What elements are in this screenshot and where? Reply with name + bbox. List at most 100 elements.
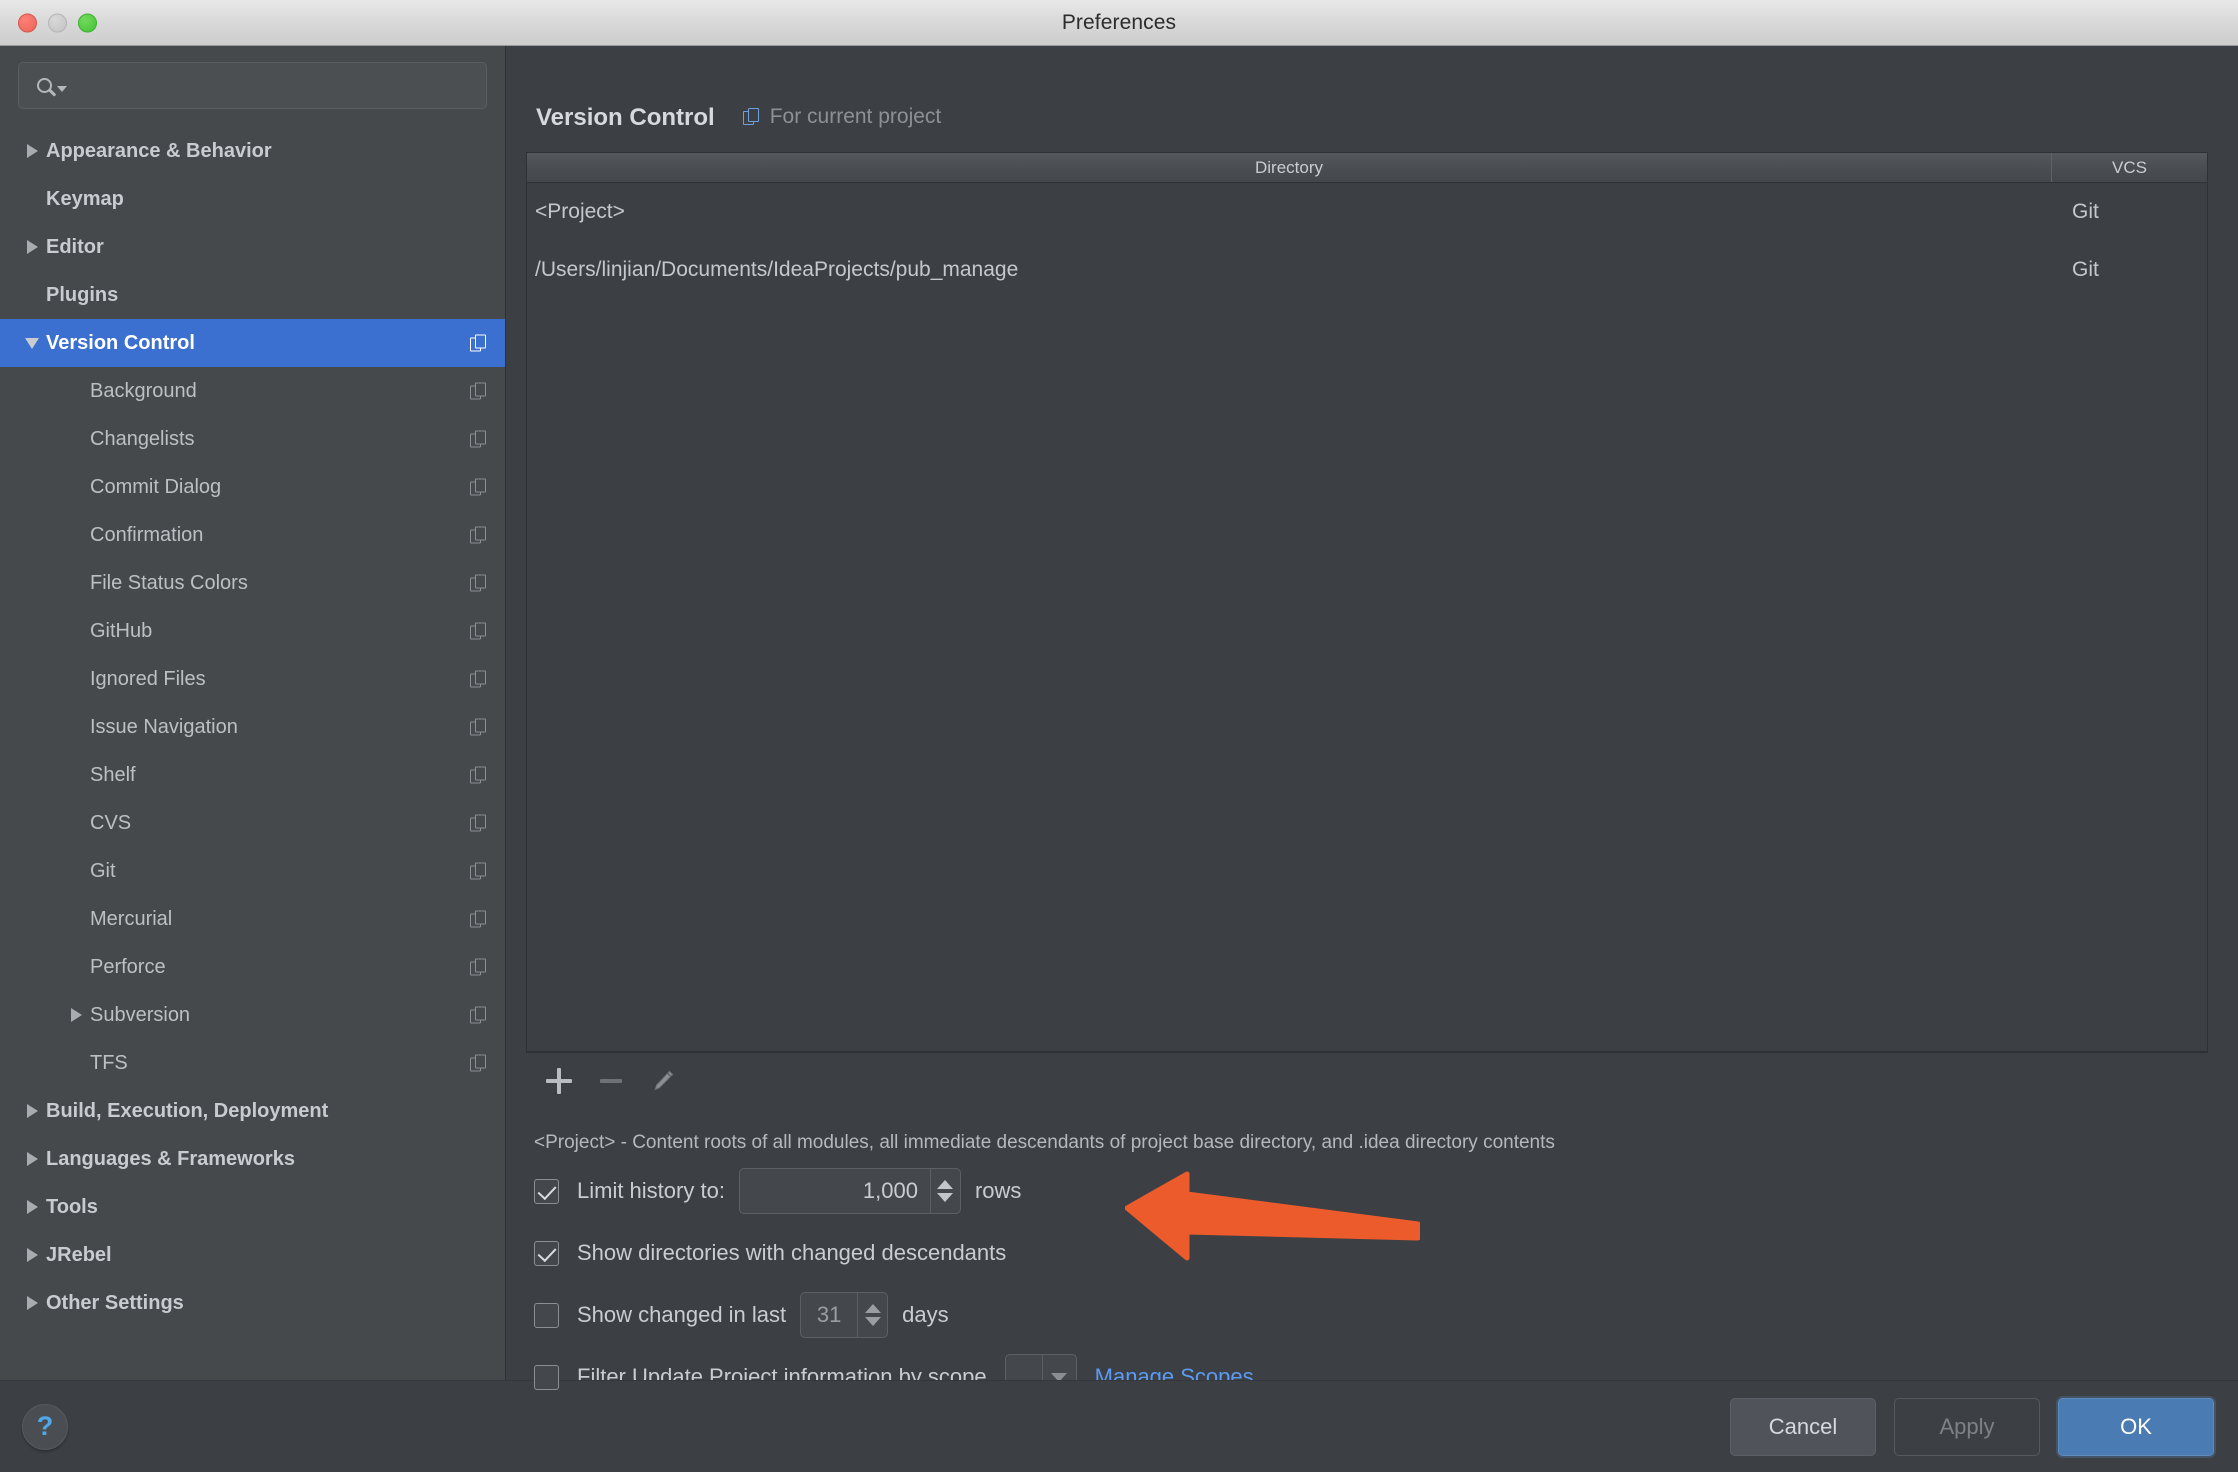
sidebar-item-mercurial[interactable]: Mercurial <box>0 895 505 943</box>
show-directories-row: Show directories with changed descendant… <box>534 1222 2208 1284</box>
copy-settings-icon[interactable] <box>470 334 487 352</box>
sidebar-item-label: CVS <box>90 811 132 834</box>
sidebar-item-appearance-behavior[interactable]: Appearance & Behavior <box>0 127 505 175</box>
sidebar-item-background[interactable]: Background <box>0 367 505 415</box>
copy-settings-icon[interactable] <box>470 1006 487 1024</box>
sidebar-item-version-control[interactable]: Version Control <box>0 319 505 367</box>
limit-history-stepper-buttons[interactable] <box>929 1169 960 1213</box>
sidebar-item-issue-navigation[interactable]: Issue Navigation <box>0 703 505 751</box>
copy-settings-icon[interactable] <box>470 910 487 928</box>
limit-history-value[interactable]: 1,000 <box>740 1169 930 1213</box>
sidebar-item-confirmation[interactable]: Confirmation <box>0 511 505 559</box>
search-input[interactable] <box>75 75 474 96</box>
sidebar-item-changelists[interactable]: Changelists <box>0 415 505 463</box>
days-stepper-buttons[interactable] <box>857 1293 887 1337</box>
window-titlebar: Preferences <box>0 0 2238 46</box>
sidebar-item-other-settings[interactable]: Other Settings <box>0 1279 505 1327</box>
sidebar-item-languages-frameworks[interactable]: Languages & Frameworks <box>0 1135 505 1183</box>
sidebar-item-plugins[interactable]: Plugins <box>0 271 505 319</box>
stepper-down-icon[interactable] <box>864 1317 881 1326</box>
sidebar-item-tfs[interactable]: TFS <box>0 1039 505 1087</box>
help-button[interactable]: ? <box>22 1403 68 1450</box>
chevron-right-icon[interactable] <box>62 1008 90 1022</box>
sidebar-item-perforce[interactable]: Perforce <box>0 943 505 991</box>
copy-settings-icon[interactable] <box>470 814 487 832</box>
sidebar-item-label: Plugins <box>46 283 119 306</box>
sidebar-item-label: Other Settings <box>46 1291 184 1314</box>
sidebar-item-label: Mercurial <box>90 907 173 930</box>
sidebar-item-label: GitHub <box>90 619 153 642</box>
sidebar-item-subversion[interactable]: Subversion <box>0 991 505 1039</box>
cell-vcs: Git <box>2072 200 2099 223</box>
sidebar-item-file-status-colors[interactable]: File Status Colors <box>0 559 505 607</box>
chevron-right-icon[interactable] <box>18 144 46 158</box>
vcs-directory-table: Directory VCS <Project> Git/Users/linjian… <box>526 152 2208 1052</box>
stepper-down-icon[interactable] <box>937 1193 954 1202</box>
cell-directory: /Users/linjian/Documents/IdeaProjects/pu… <box>535 258 1019 281</box>
copy-settings-icon[interactable] <box>470 958 487 976</box>
chevron-down-icon[interactable] <box>18 337 46 349</box>
ok-button[interactable]: OK <box>2058 1397 2214 1456</box>
filter-by-scope-checkbox[interactable] <box>534 1364 559 1390</box>
sidebar-item-keymap[interactable]: Keymap <box>0 175 505 223</box>
sidebar-item-shelf[interactable]: Shelf <box>0 751 505 799</box>
sidebar-item-editor[interactable]: Editor <box>0 223 505 271</box>
cancel-button[interactable]: Cancel <box>1730 1397 1876 1456</box>
table-row[interactable]: <Project> Git <box>527 183 2207 241</box>
chevron-right-icon[interactable] <box>18 1296 46 1310</box>
sidebar-item-ignored-files[interactable]: Ignored Files <box>0 655 505 703</box>
chevron-right-icon[interactable] <box>18 1248 46 1262</box>
copy-settings-icon[interactable] <box>470 670 487 688</box>
copy-settings-icon[interactable] <box>470 766 487 784</box>
apply-button[interactable]: Apply <box>1894 1397 2040 1456</box>
sidebar-item-label: JRebel <box>46 1243 112 1266</box>
show-directories-checkbox[interactable] <box>534 1240 559 1266</box>
column-header-vcs[interactable]: VCS <box>2052 153 2207 182</box>
copy-settings-icon[interactable] <box>470 478 487 496</box>
limit-history-checkbox[interactable] <box>534 1178 559 1204</box>
copy-settings-icon[interactable] <box>470 526 487 544</box>
sidebar-item-tools[interactable]: Tools <box>0 1183 505 1231</box>
sidebar-item-label: Background <box>90 379 197 402</box>
maximize-window-icon[interactable] <box>78 13 97 32</box>
stepper-up-icon[interactable] <box>864 1304 881 1313</box>
copy-settings-icon[interactable] <box>470 1054 487 1072</box>
days-stepper[interactable]: 31 <box>800 1292 889 1338</box>
days-value[interactable]: 31 <box>801 1293 857 1337</box>
copy-settings-icon[interactable] <box>470 622 487 640</box>
chevron-right-icon[interactable] <box>18 1152 46 1166</box>
copy-settings-icon[interactable] <box>470 382 487 400</box>
copy-settings-icon[interactable] <box>470 862 487 880</box>
scope-note-label: For current project <box>769 104 942 128</box>
show-changed-in-last-checkbox[interactable] <box>534 1302 559 1328</box>
sidebar-item-github[interactable]: GitHub <box>0 607 505 655</box>
sidebar-item-jrebel[interactable]: JRebel <box>0 1231 505 1279</box>
chevron-right-icon[interactable] <box>18 1104 46 1118</box>
show-changed-in-last-label: Show changed in last <box>577 1302 787 1327</box>
chevron-right-icon[interactable] <box>18 1200 46 1214</box>
chevron-right-icon[interactable] <box>18 240 46 254</box>
remove-directory-icon[interactable] <box>598 1068 624 1094</box>
add-directory-icon[interactable] <box>546 1067 572 1094</box>
copy-settings-icon[interactable] <box>470 574 487 592</box>
copy-settings-icon[interactable] <box>470 718 487 736</box>
stepper-up-icon[interactable] <box>937 1180 954 1189</box>
minimize-window-icon[interactable] <box>48 13 67 32</box>
sidebar-item-label: Keymap <box>46 187 124 210</box>
close-window-icon[interactable] <box>18 13 37 32</box>
sidebar-item-label: Perforce <box>90 955 166 978</box>
table-row[interactable]: /Users/linjian/Documents/IdeaProjects/pu… <box>527 241 2207 299</box>
days-suffix: days <box>902 1302 949 1327</box>
sidebar-item-build-execution-deployment[interactable]: Build, Execution, Deployment <box>0 1087 505 1135</box>
search-box[interactable] <box>18 62 487 109</box>
sidebar-item-commit-dialog[interactable]: Commit Dialog <box>0 463 505 511</box>
column-header-directory[interactable]: Directory <box>527 153 2052 182</box>
window-title: Preferences <box>1061 10 1177 34</box>
sidebar-item-cvs[interactable]: CVS <box>0 799 505 847</box>
edit-directory-icon[interactable] <box>650 1068 676 1094</box>
chevron-down-icon <box>57 85 67 92</box>
limit-history-stepper[interactable]: 1,000 <box>738 1168 961 1214</box>
scope-note: For current project <box>742 104 942 129</box>
copy-settings-icon[interactable] <box>470 430 487 448</box>
sidebar-item-git[interactable]: Git <box>0 847 505 895</box>
